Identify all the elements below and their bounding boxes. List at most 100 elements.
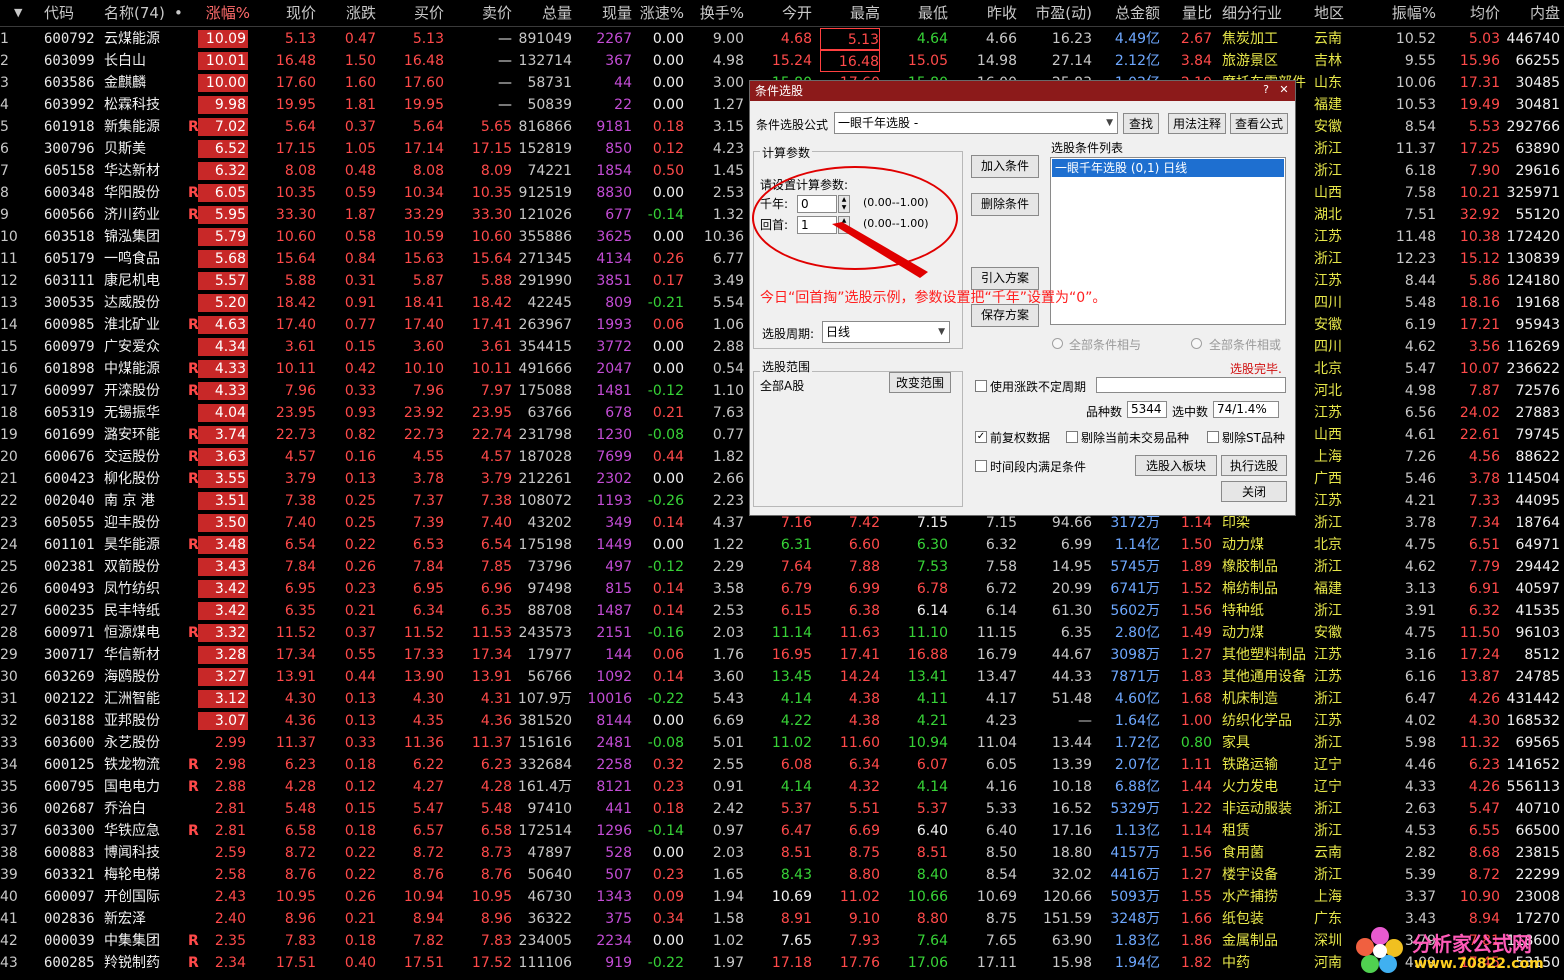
uncertain-period-input[interactable] — [1096, 377, 1286, 393]
table-row[interactable]: 38 600883 博闻科技 2.59 8.72 0.22 8.72 8.73 47897 528… — [0, 842, 1564, 864]
cur-volume: 2258 — [596, 757, 632, 773]
annotation-arrow — [832, 222, 928, 278]
table-row[interactable]: 39 603321 梅轮电梯 2.58 8.76 0.22 8.76 8.76 50640 507… — [0, 864, 1564, 886]
ask: 13.91 — [471, 669, 512, 685]
table-row[interactable]: 28 600971 恒源煤电 R 3.32 11.52 0.37 11.52 11.53 2435… — [0, 622, 1564, 644]
pct-change: 5.57 — [198, 272, 248, 290]
col-header-bid[interactable]: 买价 — [384, 0, 444, 26]
formula-select[interactable]: 一眼千年选股 - ▼ — [834, 112, 1118, 134]
table-row[interactable]: 41 002836 新宏泽 2.40 8.96 0.21 8.94 8.96 36322 375 0… — [0, 908, 1564, 930]
period-select[interactable]: 日线 ▼ — [822, 321, 950, 343]
sort-menu-icon[interactable]: ▼ — [14, 0, 22, 26]
table-row[interactable]: 35 600795 国电电力 R 2.88 4.28 0.12 4.27 4.28 161.4万 8… — [0, 776, 1564, 798]
exclude-untraded-checkbox[interactable] — [1066, 431, 1078, 443]
col-header-inner-vol[interactable]: 内盘 — [1504, 0, 1560, 26]
table-row[interactable]: 27 600235 民丰特纸 3.42 6.35 0.21 6.34 6.35 88708 148… — [0, 600, 1564, 622]
table-row[interactable]: 24 601101 昊华能源 R 3.48 6.54 0.22 6.53 6.54 175198 1… — [0, 534, 1564, 556]
volume: 56766 — [527, 669, 572, 685]
col-header-speed[interactable]: 涨速% — [636, 0, 684, 26]
timespan-checkbox[interactable] — [975, 460, 987, 472]
region: 浙江 — [1314, 867, 1342, 883]
col-header-ask[interactable]: 卖价 — [450, 0, 512, 26]
col-header-low[interactable]: 最低 — [890, 0, 948, 26]
table-row[interactable]: 43 600285 羚锐制药 R 2.34 17.51 0.40 17.51 17.52 1111… — [0, 952, 1564, 974]
close-button[interactable]: 关闭 — [1221, 481, 1287, 502]
col-header-region[interactable]: 地区 — [1314, 0, 1364, 26]
run-selection-button[interactable]: 执行选股 — [1221, 455, 1287, 476]
pct-change: 6.05 — [198, 184, 248, 202]
speed: 0.14 — [652, 515, 684, 531]
col-header-amplitude[interactable]: 振幅% — [1376, 0, 1436, 26]
table-row[interactable]: 29 300717 华信新材 3.28 17.34 0.55 17.33 17.34 17977… — [0, 644, 1564, 666]
exclude-st-checkbox[interactable] — [1207, 431, 1219, 443]
pe: 151.59 — [1043, 911, 1092, 927]
table-row[interactable]: 34 600125 铁龙物流 R 2.98 6.23 0.18 6.22 6.23 332684 2… — [0, 754, 1564, 776]
speed: 0.18 — [652, 801, 684, 817]
bid: 18.41 — [403, 295, 444, 311]
col-header-name[interactable]: 名称(74) — [104, 0, 176, 26]
table-row[interactable]: 36 002687 乔治白 2.81 5.48 0.15 5.47 5.48 97410 441 0… — [0, 798, 1564, 820]
col-header-pe[interactable]: 市盈(动) — [1028, 0, 1092, 26]
table-row[interactable]: 1 600792 云煤能源 10.09 5.13 0.47 5.13 — 891049 2267 0… — [0, 28, 1564, 50]
table-row[interactable]: 25 002381 双箭股份 3.43 7.84 0.26 7.84 7.85 73796 497… — [0, 556, 1564, 578]
radio-and[interactable] — [1052, 338, 1063, 349]
help-icon[interactable]: ? — [1258, 83, 1274, 97]
fq-checkbox[interactable]: ✓ — [975, 431, 987, 443]
bid: 11.52 — [403, 625, 444, 641]
col-header-volume[interactable]: 总量 — [516, 0, 572, 26]
close-icon[interactable]: ✕ — [1276, 83, 1292, 97]
region: 云南 — [1314, 31, 1342, 47]
to-block-button[interactable]: 选股入板块 — [1135, 455, 1217, 476]
col-header-avg-price[interactable]: 均价 — [1446, 0, 1500, 26]
table-row[interactable]: 2 603099 长白山 10.01 16.48 1.50 16.48 — 132714 367 0… — [0, 50, 1564, 72]
bid: 6.22 — [412, 757, 444, 773]
condition-list-item[interactable]: 一眼千年选股 (0,1) 日线 — [1052, 159, 1284, 177]
col-header-turnover[interactable]: 换手% — [690, 0, 744, 26]
col-header-dot[interactable]: • — [174, 0, 184, 26]
col-header-code[interactable]: 代码 — [44, 0, 96, 26]
col-header-pct[interactable]: 涨幅% — [198, 0, 250, 26]
delete-condition-button[interactable]: 删除条件 — [971, 193, 1039, 216]
stock-name: 无锡振华 — [104, 405, 160, 421]
table-row[interactable]: 42 000039 中集集团 R 2.35 7.83 0.18 7.82 7.83 234005 2… — [0, 930, 1564, 952]
view-formula-button[interactable]: 查看公式 — [1230, 113, 1288, 134]
table-row[interactable]: 32 603188 亚邦股份 3.07 4.36 0.13 4.35 4.36 381520 81… — [0, 710, 1564, 732]
dialog-title-bar[interactable]: 条件选股 ? ✕ — [750, 81, 1295, 101]
volume: 42245 — [527, 295, 572, 311]
col-header-prev-close[interactable]: 昨收 — [955, 0, 1017, 26]
table-row[interactable]: 30 603269 海鸥股份 3.27 13.91 0.44 13.90 13.91 56766… — [0, 666, 1564, 688]
col-header-open[interactable]: 今开 — [752, 0, 812, 26]
avg-price: 15.12 — [1459, 251, 1500, 267]
dialog-title: 条件选股 — [755, 84, 804, 98]
stock-name: 恒源煤电 — [104, 625, 160, 641]
turnover: 2.55 — [712, 757, 744, 773]
change-range-button[interactable]: 改变范围 — [889, 372, 951, 393]
col-header-amount[interactable]: 总金额 — [1100, 0, 1160, 26]
table-row[interactable]: 40 600097 开创国际 2.43 10.95 0.26 10.94 10.95 46730… — [0, 886, 1564, 908]
r-flag — [188, 336, 198, 358]
col-header-change[interactable]: 涨跌 — [320, 0, 376, 26]
find-button[interactable]: 查找 — [1123, 113, 1159, 134]
col-header-industry[interactable]: 细分行业 — [1222, 0, 1312, 26]
table-row[interactable]: 37 603300 华铁应急 R 2.81 6.58 0.18 6.57 6.58 172514 1… — [0, 820, 1564, 842]
change: 0.37 — [344, 119, 376, 135]
col-header-cur-volume[interactable]: 现量 — [580, 0, 632, 26]
uncertain-period-checkbox[interactable] — [975, 380, 987, 392]
col-header-price[interactable]: 现价 — [258, 0, 316, 26]
chevron-down-icon: ▼ — [1106, 118, 1113, 128]
table-row[interactable]: 31 002122 汇洲智能 3.12 4.30 0.13 4.30 4.31 107.9万 10… — [0, 688, 1564, 710]
save-scheme-button[interactable]: 保存方案 — [971, 304, 1039, 327]
change: 0.33 — [344, 735, 376, 751]
table-row[interactable]: 26 600493 凤竹纺织 3.42 6.95 0.23 6.95 6.96 97498 815… — [0, 578, 1564, 600]
table-header: ▼ 代码 名称(74) • 涨幅% 现价 涨跌 买价 卖价 总量 现量 涨速% 换手% 今开 最高 最低 昨收市… — [0, 0, 1564, 27]
col-header-high[interactable]: 最高 — [820, 0, 880, 26]
radio-or[interactable] — [1191, 338, 1202, 349]
speed: 0.44 — [652, 449, 684, 465]
usage-button[interactable]: 用法注释 — [1168, 113, 1226, 134]
col-header-vol-ratio[interactable]: 量比 — [1160, 0, 1212, 26]
stock-code: 603300 — [44, 823, 95, 839]
add-condition-button[interactable]: 加入条件 — [971, 155, 1039, 178]
table-row[interactable]: 33 603600 永艺股份 2.99 11.37 0.33 11.36 11.37 15161… — [0, 732, 1564, 754]
region: 福建 — [1314, 581, 1342, 597]
prev-close: 5.33 — [985, 801, 1017, 817]
